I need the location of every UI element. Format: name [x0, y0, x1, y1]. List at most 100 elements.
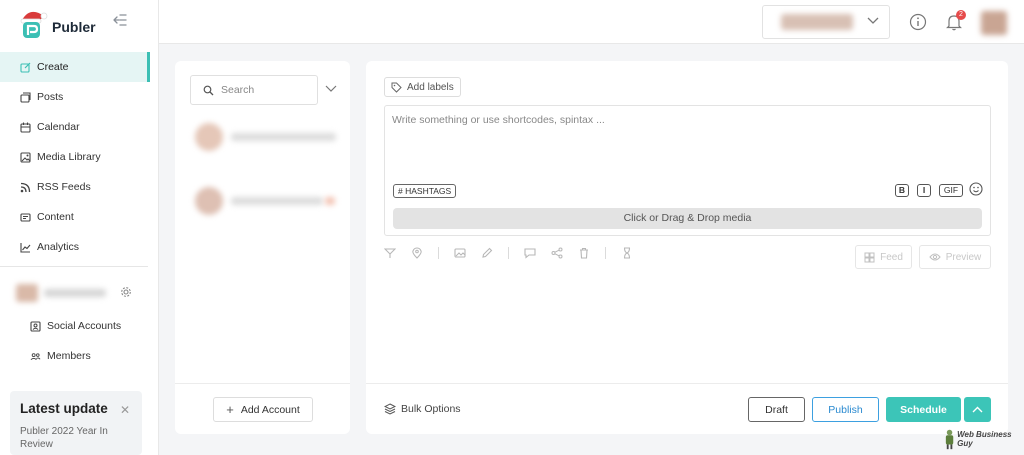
plus-icon: +	[226, 402, 234, 417]
main-nav: Create Posts Calendar Media Library RSS …	[0, 52, 150, 262]
calendar-icon	[20, 122, 31, 133]
avatar[interactable]	[981, 11, 1007, 35]
media-dropzone[interactable]: Click or Drag & Drop media	[393, 208, 982, 229]
sidebar-item-rss-feeds[interactable]: RSS Feeds	[0, 172, 150, 202]
close-icon[interactable]: ✕	[120, 403, 130, 417]
latest-update-card[interactable]: Latest update ✕ Publer 2022 Year In Revi…	[10, 391, 142, 455]
sidebar-item-label: RSS Feeds	[37, 181, 91, 193]
share-icon[interactable]	[551, 247, 563, 259]
workspace-name	[44, 289, 106, 297]
workspace-selector[interactable]	[16, 284, 108, 302]
draft-button[interactable]: Draft	[748, 397, 805, 422]
watermark-text: Web Business Guy	[957, 430, 1012, 448]
composer-panel: Add labels # HASHTAGS B I GIF Click or D…	[366, 61, 1008, 434]
content-icon	[20, 212, 31, 223]
users-icon	[30, 351, 41, 362]
update-text[interactable]: Publer 2022 Year In Review	[20, 425, 132, 451]
sidebar-item-label: Posts	[37, 91, 64, 103]
sidebar-item-social-accounts[interactable]: Social Accounts	[30, 320, 121, 332]
collapse-sidebar-icon[interactable]	[113, 14, 127, 26]
add-labels-label: Add labels	[407, 81, 454, 93]
logo[interactable]: Publer	[18, 8, 96, 40]
sidebar-item-posts[interactable]: Posts	[0, 82, 150, 112]
sidebar-item-label: Create	[37, 61, 69, 73]
hourglass-icon[interactable]	[621, 247, 633, 259]
preview-button[interactable]: Preview	[919, 245, 991, 269]
account-name	[231, 197, 323, 205]
sidebar-item-media-library[interactable]: Media Library	[0, 142, 150, 172]
watermark-figure-icon	[945, 429, 954, 450]
sidebar-item-label: Media Library	[37, 151, 101, 163]
emoji-icon[interactable]	[969, 182, 983, 196]
sidebar-item-members[interactable]: Members	[30, 350, 91, 362]
layers-icon	[384, 403, 396, 415]
account-name	[231, 133, 336, 141]
comment-icon[interactable]	[524, 247, 536, 259]
gear-icon[interactable]	[120, 286, 132, 298]
sidebar-item-label: Calendar	[37, 121, 80, 133]
bold-button[interactable]: B	[895, 184, 909, 197]
divider	[175, 383, 350, 384]
account-avatar	[195, 123, 223, 151]
workspace-dropdown[interactable]	[762, 5, 890, 39]
location-icon[interactable]	[411, 247, 423, 259]
feed-label: Feed	[880, 251, 903, 263]
sidebar-item-label: Analytics	[37, 241, 80, 253]
chevron-down-icon[interactable]	[325, 85, 337, 93]
preview-label: Preview	[945, 251, 982, 263]
eye-icon	[929, 252, 941, 262]
account-item[interactable]	[193, 121, 338, 155]
divider	[366, 383, 1008, 384]
search-icon	[203, 85, 214, 96]
account-network-badge	[325, 197, 335, 205]
schedule-options-button[interactable]	[964, 397, 991, 422]
chart-icon	[20, 242, 31, 253]
chevron-up-icon	[972, 406, 983, 413]
update-title: Latest update	[20, 401, 108, 416]
search-input[interactable]	[221, 84, 311, 96]
schedule-button[interactable]: Schedule	[886, 397, 961, 422]
search-box[interactable]	[190, 75, 318, 105]
add-account-button[interactable]: + Add Account	[213, 397, 313, 422]
top-bar: 2	[159, 0, 1024, 44]
feed-button[interactable]: Feed	[855, 245, 912, 269]
gif-button[interactable]: GIF	[939, 184, 963, 197]
workspace-avatar	[16, 284, 38, 302]
sidebar-item-calendar[interactable]: Calendar	[0, 112, 150, 142]
italic-button[interactable]: I	[917, 184, 931, 197]
image-icon[interactable]	[454, 247, 466, 259]
divider	[508, 247, 509, 259]
posts-icon	[20, 91, 31, 103]
hashtags-button[interactable]: # HASHTAGS	[393, 184, 457, 198]
sidebar: Publer Create Posts Calendar Media Libra…	[0, 0, 159, 455]
bulk-options-button[interactable]: Bulk Options	[384, 403, 461, 415]
trash-icon[interactable]	[578, 247, 590, 259]
rss-icon	[20, 182, 31, 193]
sidebar-item-label: Content	[37, 211, 74, 223]
sidebar-item-label: Members	[47, 350, 91, 362]
accounts-panel: + Add Account	[175, 61, 350, 434]
account-item[interactable]	[193, 185, 338, 219]
app-name: Publer	[52, 19, 96, 35]
workspace-dropdown-value	[781, 14, 853, 30]
post-text-input[interactable]	[392, 114, 982, 174]
notification-badge: 2	[956, 10, 966, 20]
sidebar-item-label: Social Accounts	[47, 320, 122, 332]
publer-logo-icon	[18, 8, 50, 40]
sidebar-item-create[interactable]: Create	[0, 52, 150, 82]
publish-button[interactable]: Publish	[812, 397, 879, 422]
sidebar-item-analytics[interactable]: Analytics	[0, 232, 150, 262]
pencil-icon[interactable]	[481, 247, 493, 259]
image-icon	[20, 151, 31, 163]
watermark: Web Business Guy	[944, 428, 1024, 450]
info-icon[interactable]	[909, 13, 927, 31]
add-labels-button[interactable]: Add labels	[384, 77, 461, 97]
avatar-image	[981, 11, 1007, 35]
signature-icon[interactable]	[384, 247, 396, 259]
post-editor: # HASHTAGS B I GIF Click or Drag & Drop …	[384, 105, 991, 236]
contacts-icon	[30, 320, 41, 332]
divider	[605, 247, 606, 259]
sidebar-item-content[interactable]: Content	[0, 202, 150, 232]
divider	[0, 266, 148, 267]
tag-icon	[391, 82, 402, 93]
